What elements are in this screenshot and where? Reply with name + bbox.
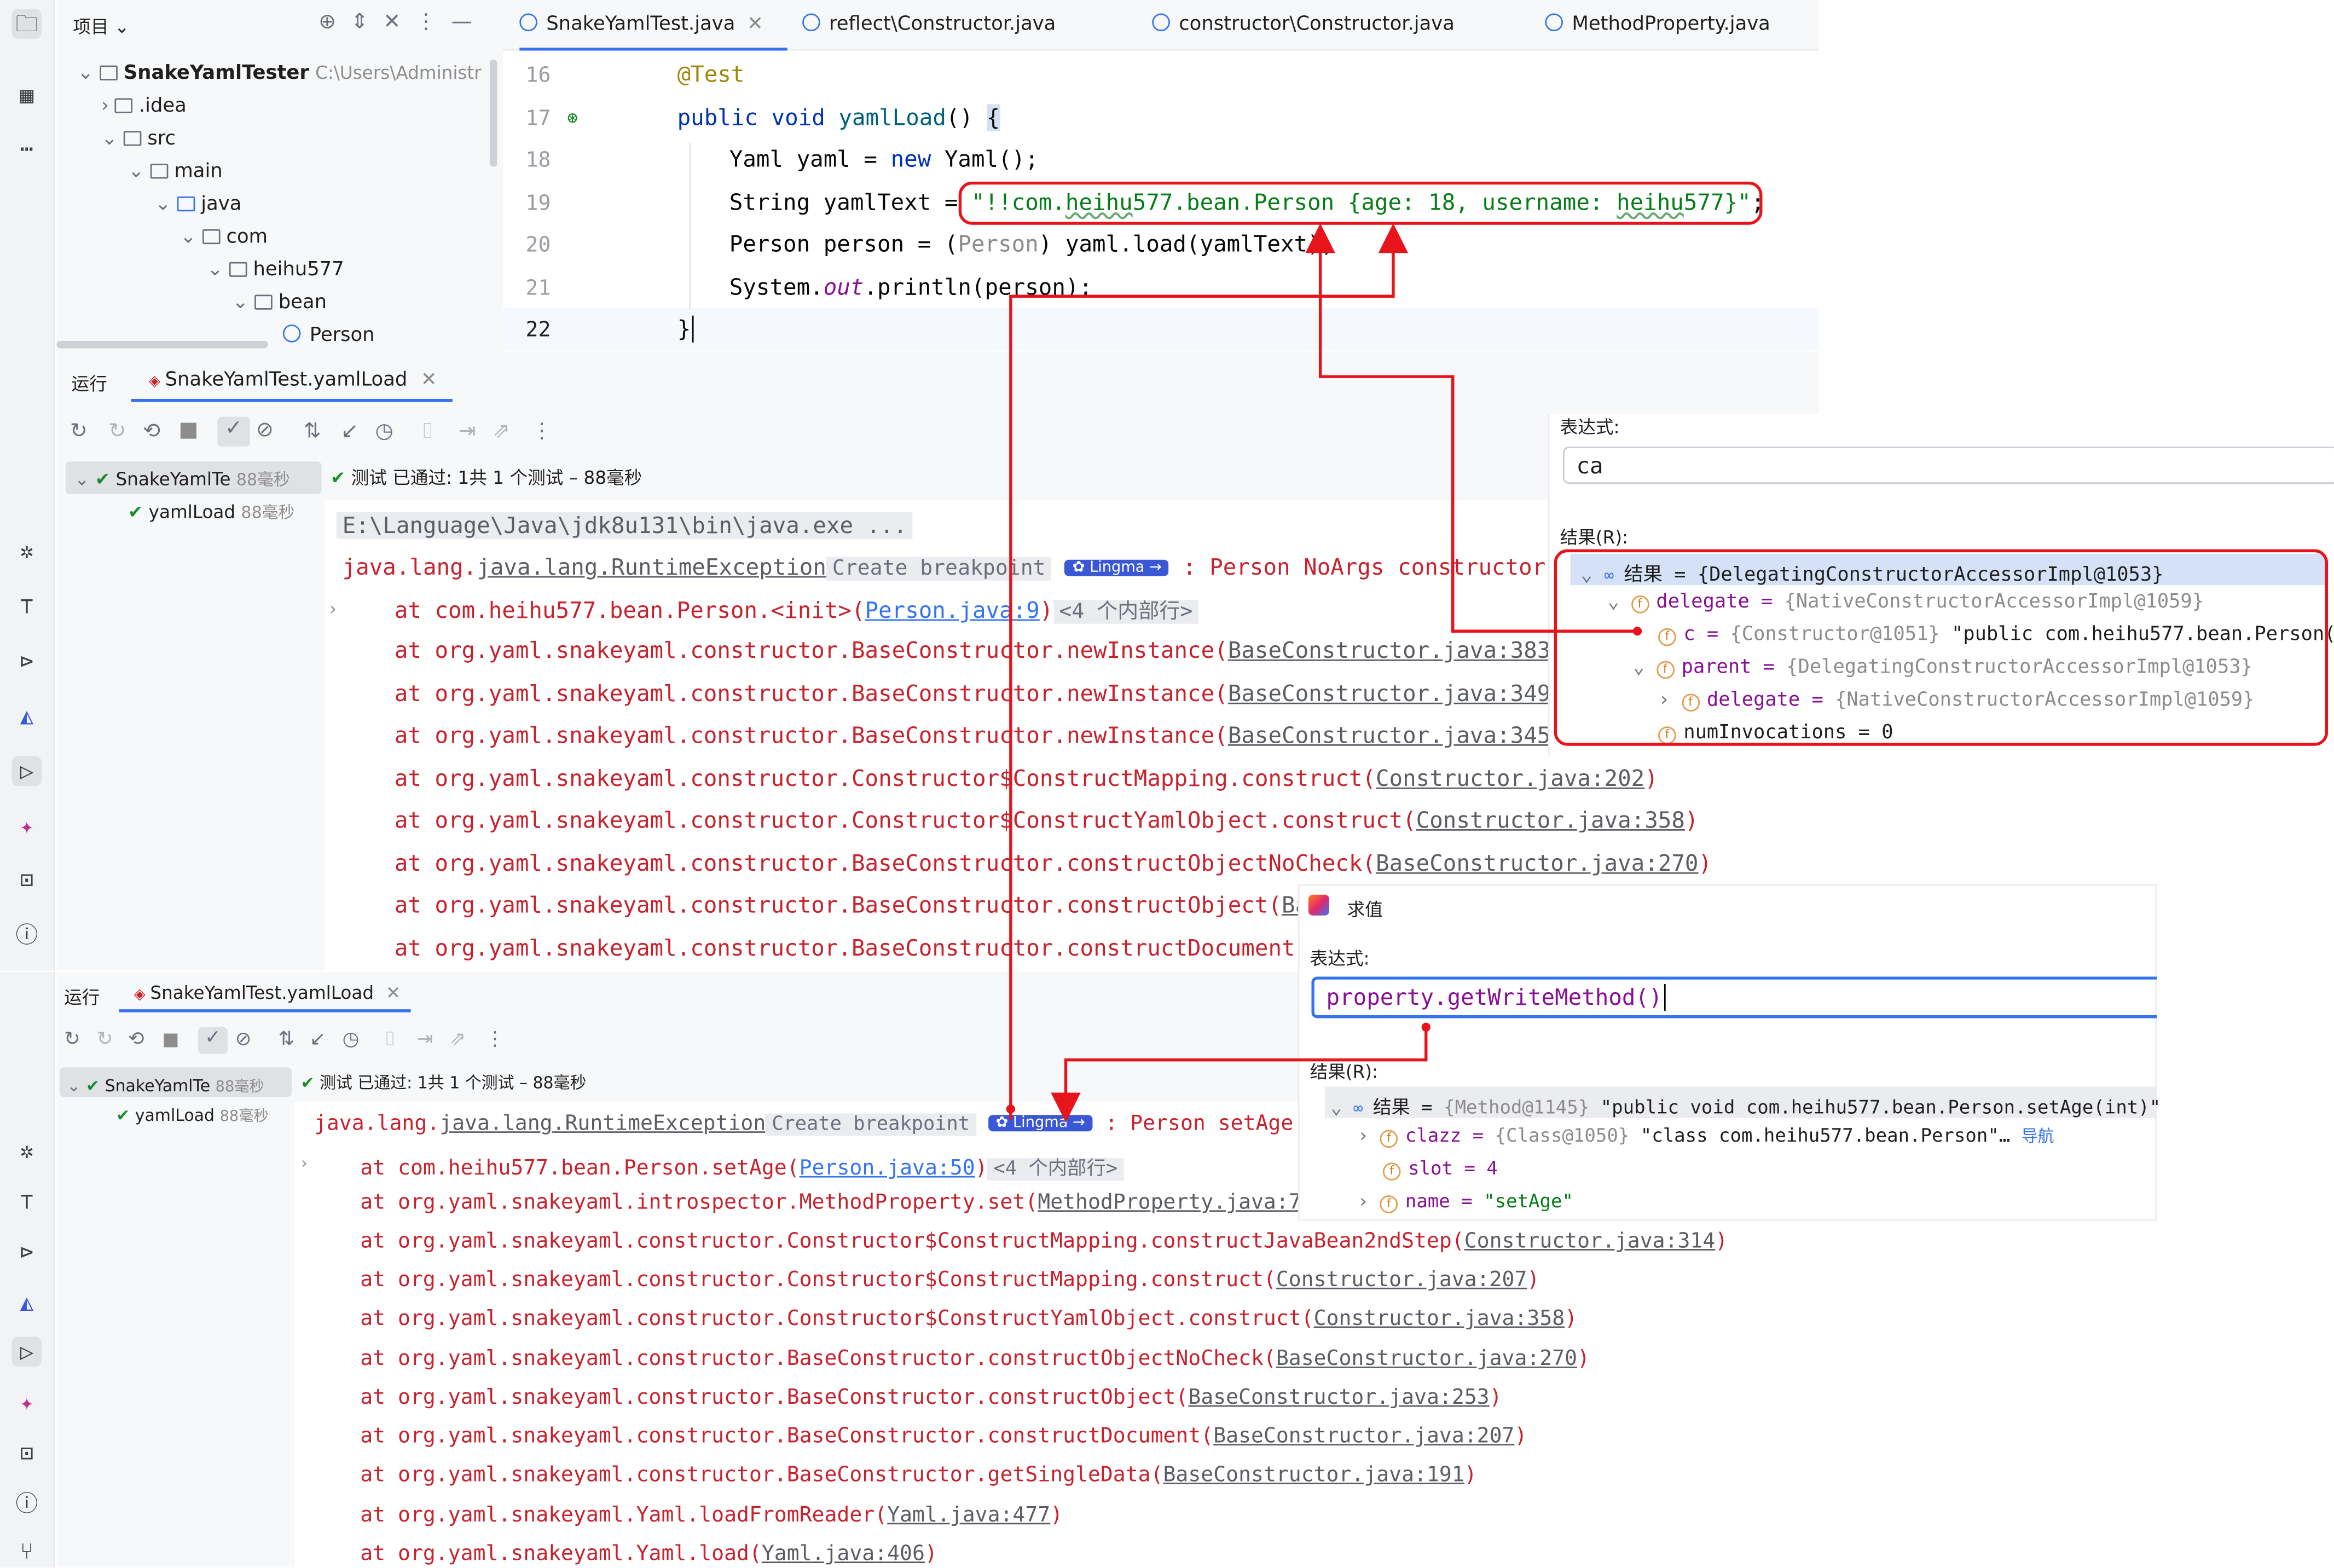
- arrow-setage-to-yamltext: [1009, 223, 1409, 1120]
- arrow-writemethod-to-setage: [1051, 1030, 1428, 1123]
- annotation-arrows: [1006, 223, 1642, 1123]
